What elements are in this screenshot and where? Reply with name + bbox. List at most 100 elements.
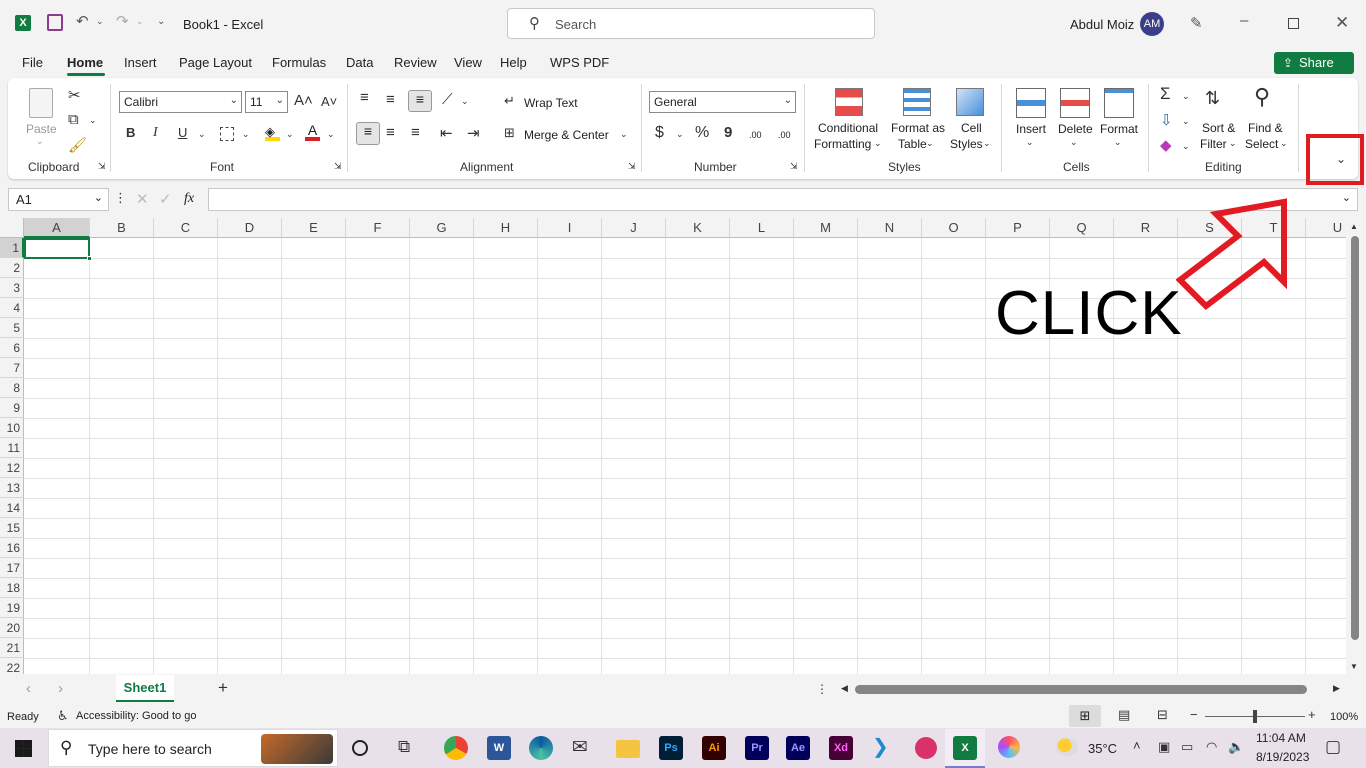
premiere-icon[interactable]: Pr bbox=[745, 736, 769, 760]
insert-cells-button[interactable]: Insert bbox=[1016, 122, 1046, 136]
column-header-i[interactable]: I bbox=[538, 218, 602, 238]
zoom-out-icon[interactable]: − bbox=[1190, 707, 1198, 722]
conditional-formatting-dropdown-icon[interactable]: ⌄ bbox=[874, 138, 882, 149]
minimize-icon[interactable]: – bbox=[1240, 12, 1248, 29]
battery-icon[interactable]: ▭ bbox=[1181, 739, 1193, 755]
column-header-d[interactable]: D bbox=[218, 218, 282, 238]
format-as-table-icon[interactable] bbox=[903, 88, 931, 116]
format-cells-icon[interactable] bbox=[1104, 88, 1134, 118]
orientation-icon[interactable]: ⟋ bbox=[442, 91, 453, 108]
row-header-16[interactable]: 16 bbox=[0, 538, 24, 558]
weather-temperature[interactable]: 35°C bbox=[1088, 741, 1117, 756]
wps-icon[interactable] bbox=[915, 737, 937, 759]
maximize-icon[interactable] bbox=[1288, 18, 1299, 29]
row-header-9[interactable]: 9 bbox=[0, 398, 24, 418]
delete-cells-button[interactable]: Delete bbox=[1058, 122, 1093, 136]
italic-button[interactable]: I bbox=[153, 125, 158, 141]
row-header-18[interactable]: 18 bbox=[0, 578, 24, 598]
name-box[interactable]: A1 ⌄ bbox=[8, 188, 109, 211]
column-header-r[interactable]: R bbox=[1114, 218, 1178, 238]
merge-center-icon[interactable]: ⊞ bbox=[504, 125, 515, 141]
row-header-7[interactable]: 7 bbox=[0, 358, 24, 378]
increase-decimal-button[interactable]: .00 bbox=[749, 130, 762, 140]
user-name[interactable]: Abdul Moiz bbox=[1070, 17, 1134, 32]
normal-view-icon[interactable]: ⊞ bbox=[1069, 705, 1101, 727]
align-left-icon[interactable]: ≡ bbox=[356, 122, 380, 145]
row-header-15[interactable]: 15 bbox=[0, 518, 24, 538]
paste-button[interactable]: Paste bbox=[26, 122, 57, 136]
number-launcher-icon[interactable]: ⇲ bbox=[790, 161, 798, 172]
column-header-j[interactable]: J bbox=[602, 218, 666, 238]
orientation-dropdown-icon[interactable]: ⌄ bbox=[461, 96, 469, 107]
tab-view[interactable]: View bbox=[454, 55, 482, 70]
sort-filter-label-2[interactable]: Filter bbox=[1200, 137, 1227, 151]
file-explorer-icon[interactable] bbox=[616, 740, 640, 758]
taskbar-search-input[interactable]: ⚲ Type here to search bbox=[48, 729, 338, 767]
currency-button[interactable]: $ bbox=[655, 124, 664, 142]
merge-center-button[interactable]: Merge & Center bbox=[524, 128, 609, 142]
search-input[interactable]: ⚲ Search bbox=[507, 8, 875, 39]
chrome-icon[interactable] bbox=[444, 736, 468, 760]
horizontal-scrollbar[interactable] bbox=[855, 685, 1307, 694]
row-header-12[interactable]: 12 bbox=[0, 458, 24, 478]
tab-wps-pdf[interactable]: WPS PDF bbox=[550, 55, 609, 70]
after-effects-icon[interactable]: Ae bbox=[786, 736, 810, 760]
share-button[interactable]: ⇪ Share bbox=[1274, 52, 1354, 74]
column-header-e[interactable]: E bbox=[282, 218, 346, 238]
prev-sheet-icon[interactable]: ‹ bbox=[26, 680, 31, 697]
xd-icon[interactable]: Xd bbox=[829, 736, 853, 760]
find-select-icon[interactable]: ⚲ bbox=[1254, 84, 1270, 110]
sheet-tab[interactable]: Sheet1 bbox=[116, 675, 174, 702]
decrease-indent-icon[interactable]: ⇤ bbox=[440, 124, 453, 142]
row-header-8[interactable]: 8 bbox=[0, 378, 24, 398]
tab-data[interactable]: Data bbox=[346, 55, 373, 70]
volume-icon[interactable]: 🔈 bbox=[1228, 739, 1244, 755]
active-cell[interactable] bbox=[24, 238, 92, 261]
customize-qat-icon[interactable]: ⌄ bbox=[157, 16, 165, 27]
align-center-icon[interactable]: ≡ bbox=[386, 124, 395, 141]
expand-formula-bar-icon[interactable]: ⌄ bbox=[1342, 191, 1351, 204]
column-header-f[interactable]: F bbox=[346, 218, 410, 238]
tab-split-handle-icon[interactable]: ⋮ bbox=[816, 682, 828, 696]
row-header-22[interactable]: 22 bbox=[0, 658, 24, 674]
format-dropdown-icon[interactable]: ⌄ bbox=[1114, 137, 1122, 148]
tray-overflow-icon[interactable]: ˄ bbox=[1133, 738, 1141, 753]
page-layout-view-icon[interactable]: ▤ bbox=[1118, 707, 1130, 723]
illustrator-icon[interactable]: Ai bbox=[702, 736, 726, 760]
fill-color-dropdown-icon[interactable]: ⌄ bbox=[286, 129, 294, 140]
column-header-p[interactable]: P bbox=[986, 218, 1050, 238]
vertical-scrollbar[interactable] bbox=[1351, 236, 1359, 640]
align-right-icon[interactable]: ≡ bbox=[411, 124, 420, 141]
sort-filter-label-1[interactable]: Sort & bbox=[1202, 121, 1235, 135]
paste-dropdown-icon[interactable]: ⌄ bbox=[36, 136, 44, 147]
zoom-in-icon[interactable]: + bbox=[1308, 707, 1316, 722]
task-view-icon[interactable]: ⧉ bbox=[398, 737, 410, 757]
format-cells-button[interactable]: Format bbox=[1100, 122, 1138, 136]
tab-formulas[interactable]: Formulas bbox=[272, 55, 326, 70]
column-header-l[interactable]: L bbox=[730, 218, 794, 238]
undo-icon[interactable]: ↶ bbox=[76, 12, 89, 30]
delete-dropdown-icon[interactable]: ⌄ bbox=[1070, 137, 1078, 148]
redo-icon[interactable]: ↷ bbox=[116, 12, 129, 30]
autosum-dropdown-icon[interactable]: ⌄ bbox=[1182, 91, 1190, 102]
accessibility-status[interactable]: Accessibility: Good to go bbox=[76, 710, 196, 722]
row-header-14[interactable]: 14 bbox=[0, 498, 24, 518]
copy-dropdown-icon[interactable]: ⌄ bbox=[89, 115, 97, 126]
column-header-a[interactable]: A bbox=[24, 218, 90, 238]
insert-function-button[interactable]: fx bbox=[184, 191, 194, 207]
mail-icon[interactable]: ✉ bbox=[572, 736, 588, 759]
cancel-entry-icon[interactable]: ✕ bbox=[136, 190, 149, 208]
column-header-b[interactable]: B bbox=[90, 218, 154, 238]
fill-handle[interactable] bbox=[87, 256, 92, 261]
weather-icon[interactable] bbox=[1056, 738, 1078, 756]
row-header-2[interactable]: 2 bbox=[0, 258, 24, 278]
wifi-icon[interactable]: ◠ bbox=[1206, 739, 1217, 755]
sort-filter-icon[interactable]: ⇅ bbox=[1205, 88, 1220, 109]
currency-dropdown-icon[interactable]: ⌄ bbox=[676, 129, 684, 140]
comma-style-button[interactable]: 9 bbox=[724, 124, 732, 141]
tab-insert[interactable]: Insert bbox=[124, 55, 157, 70]
new-sheet-icon[interactable]: + bbox=[218, 678, 228, 698]
column-header-k[interactable]: K bbox=[666, 218, 730, 238]
tab-help[interactable]: Help bbox=[500, 55, 527, 70]
decrease-font-size-icon[interactable]: A˅ bbox=[321, 94, 337, 109]
